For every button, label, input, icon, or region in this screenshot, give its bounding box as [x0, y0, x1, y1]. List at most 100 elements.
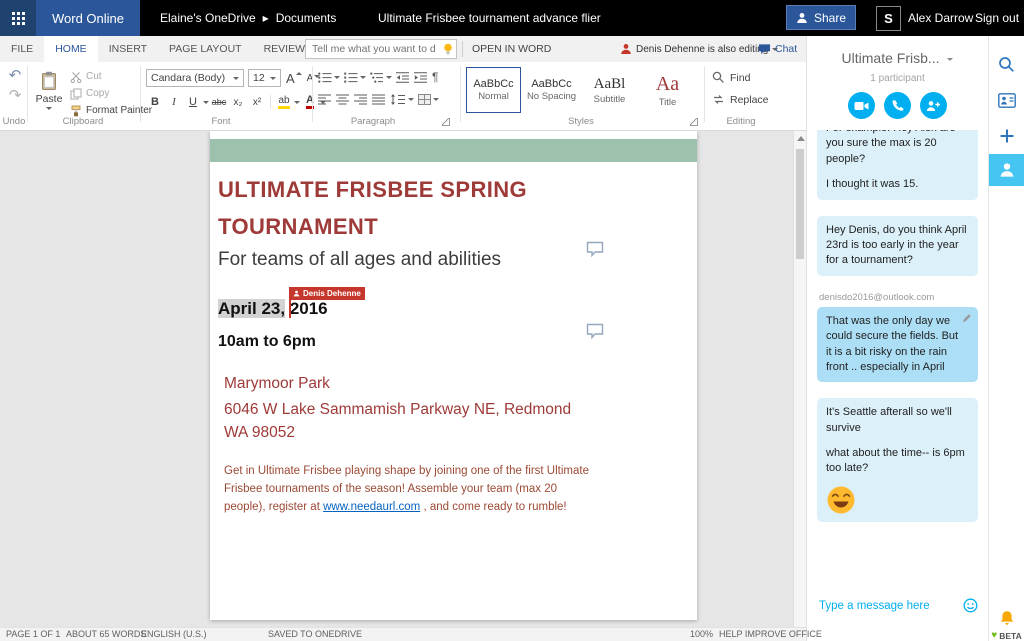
tab-page-layout[interactable]: PAGE LAYOUT [158, 36, 253, 62]
tab-insert[interactable]: INSERT [98, 36, 158, 62]
undo-icon: ↶ [9, 67, 22, 84]
app-launcher-button[interactable] [0, 0, 36, 36]
dialog-launcher-icon[interactable] [442, 118, 450, 126]
multilevel-list-button[interactable] [370, 72, 392, 83]
doc-subtitle: For teams of all ages and abilities [218, 249, 501, 271]
coauthor-flag: Denis Dehenne [289, 287, 365, 300]
coauthor-indicator[interactable]: Denis Dehenne is also editing [620, 36, 778, 62]
share-button[interactable]: Share [786, 5, 856, 30]
dialog-launcher-icon[interactable] [690, 118, 698, 126]
skype-icon[interactable]: S [876, 6, 901, 31]
divider [462, 41, 463, 57]
line-spacing-icon [390, 94, 406, 105]
chevron-down-icon [233, 77, 239, 80]
cut-button[interactable]: Cut [70, 69, 102, 84]
superscript-button[interactable]: x² [248, 93, 266, 111]
font-resize-buttons: A A [286, 69, 320, 87]
font-size-select[interactable]: 12 [248, 69, 281, 87]
underline-button[interactable]: U [184, 93, 202, 111]
scroll-up-icon[interactable] [797, 136, 805, 141]
style-title[interactable]: Aa Title [640, 67, 695, 113]
group-label-styles: Styles [466, 116, 696, 127]
justify-icon [372, 94, 386, 105]
breadcrumb-root[interactable]: Elaine's OneDrive [160, 11, 256, 25]
heart-icon: ♥ [991, 630, 997, 641]
chat-message-input[interactable]: Type a message here [819, 598, 978, 613]
strikethrough-button[interactable]: abc [210, 93, 228, 111]
tab-file[interactable]: FILE [0, 36, 44, 62]
contacts-button[interactable] [989, 84, 1024, 116]
decrease-indent-button[interactable] [396, 72, 410, 83]
add-button[interactable] [989, 120, 1024, 152]
font-family-select[interactable]: Candara (Body) [146, 69, 244, 87]
style-normal[interactable]: AaBbCc Normal [466, 67, 521, 113]
line-spacing-button[interactable] [390, 94, 414, 105]
increase-indent-button[interactable] [414, 72, 428, 83]
video-call-button[interactable] [848, 92, 875, 119]
status-zoom[interactable]: 100% [690, 628, 713, 641]
add-participant-button[interactable] [920, 92, 947, 119]
style-subtitle[interactable]: AaBl Subtitle [582, 67, 637, 113]
tab-home[interactable]: HOME [44, 36, 98, 62]
numbering-button[interactable] [344, 72, 366, 83]
chat-message: It's Seattle afterall so we'll survive w… [817, 398, 978, 522]
paragraph-mark-button[interactable]: ¶ [432, 70, 438, 84]
chevron-down-icon [947, 58, 953, 61]
chevron-down-icon[interactable] [294, 101, 300, 104]
comment-icon[interactable] [586, 241, 604, 257]
scrollbar-thumb[interactable] [796, 149, 804, 259]
align-left-button[interactable] [318, 94, 332, 105]
status-language[interactable]: ENGLISH (U.S.) [141, 628, 207, 641]
style-no-spacing[interactable]: AaBbCc No Spacing [524, 67, 579, 113]
doc-venue: Marymoor Park [224, 375, 330, 393]
sign-out-link[interactable]: Sign out [975, 0, 1019, 36]
people-icon [999, 162, 1015, 178]
document-page[interactable]: ULTIMATE FRISBEE SPRING TOURNAMENT For t… [210, 131, 697, 620]
chat-message: Hey Denis, do you think April 23rd is to… [817, 216, 978, 276]
smiley-icon[interactable] [963, 598, 978, 613]
doc-link[interactable]: www.needaurl.com [323, 501, 420, 513]
subscript-button[interactable]: x₂ [229, 93, 247, 111]
chevron-down-icon[interactable] [203, 101, 209, 104]
comment-icon[interactable] [586, 323, 604, 339]
style-gallery: AaBbCc Normal AaBbCc No Spacing AaBl Sub… [466, 67, 695, 113]
align-right-button[interactable] [354, 94, 368, 105]
tell-me-input[interactable] [305, 39, 457, 59]
format-painter-icon [70, 105, 82, 117]
highlight-button[interactable]: ab [278, 96, 289, 109]
doc-heading: ULTIMATE FRISBEE SPRING TOURNAMENT [218, 171, 527, 245]
paste-button[interactable]: Paste [30, 65, 68, 115]
search-button[interactable] [989, 48, 1024, 80]
copy-button[interactable]: Copy [70, 86, 109, 101]
document-scrollbar[interactable] [793, 131, 806, 627]
status-help-link[interactable]: HELP IMPROVE OFFICE [719, 628, 822, 641]
app-name[interactable]: Word Online [36, 0, 140, 36]
chat-panel: Ultimate Frisb... 1 participant For exam… [806, 36, 988, 641]
borders-button[interactable] [418, 94, 439, 105]
chat-bubble-icon [758, 43, 771, 55]
undo-button[interactable]: ↶ [6, 67, 24, 85]
bold-button[interactable]: B [146, 93, 164, 111]
status-word-count[interactable]: ABOUT 65 WORDS [66, 628, 146, 641]
italic-button[interactable]: I [165, 93, 183, 111]
redo-button[interactable]: ↷ [6, 87, 24, 105]
chat-toggle-button[interactable]: Chat [758, 36, 797, 62]
voice-call-button[interactable] [884, 92, 911, 119]
user-name[interactable]: Alex Darrow [908, 0, 973, 36]
divider [270, 95, 271, 109]
grow-font-button[interactable]: A [286, 71, 302, 86]
breadcrumb-current[interactable]: Documents [276, 11, 337, 25]
notifications-button[interactable] [989, 608, 1024, 628]
align-center-button[interactable] [336, 94, 350, 105]
edit-pencil-icon[interactable] [962, 313, 972, 323]
status-page[interactable]: PAGE 1 OF 1 [6, 628, 60, 641]
chat-title[interactable]: Ultimate Frisb... [807, 50, 988, 66]
replace-button[interactable]: Replace [712, 93, 769, 106]
copy-icon [70, 88, 82, 100]
indent-icon [414, 72, 428, 83]
find-button[interactable]: Find [712, 71, 750, 84]
people-pane-button[interactable] [989, 154, 1024, 186]
open-in-word-button[interactable]: OPEN IN WORD [472, 36, 551, 62]
bullets-button[interactable] [318, 72, 340, 83]
justify-button[interactable] [372, 94, 386, 105]
